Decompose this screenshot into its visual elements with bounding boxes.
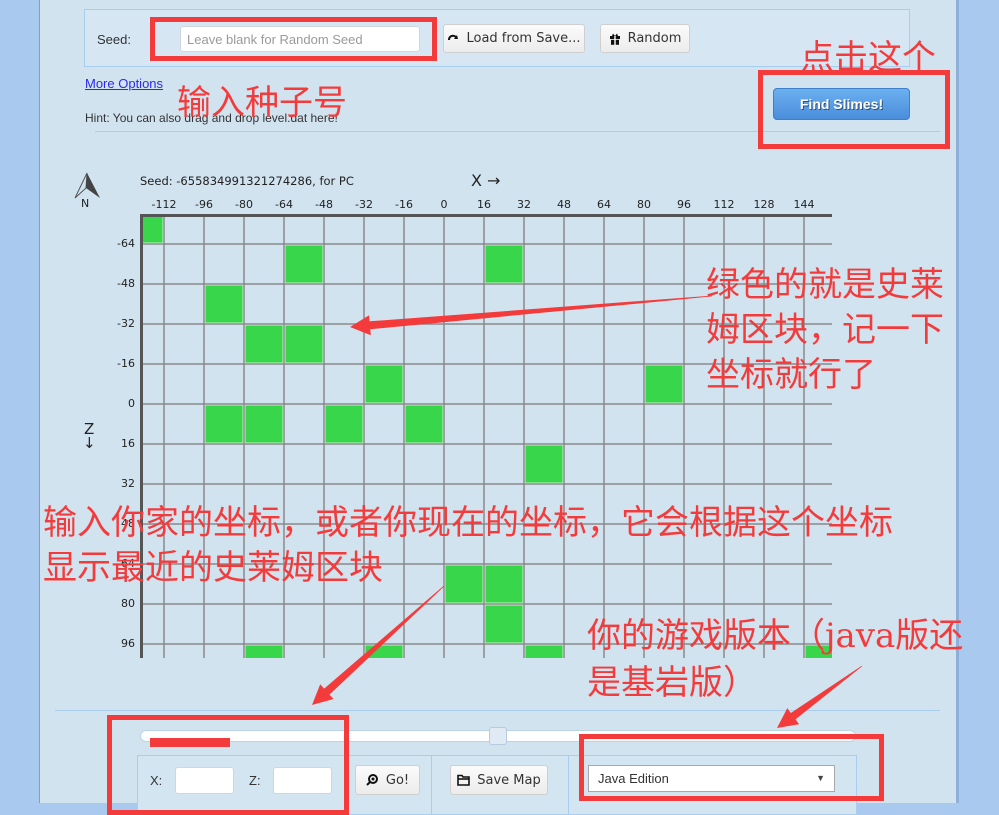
- save-map-button[interactable]: Save Map: [450, 765, 548, 795]
- save-map-label: Save Map: [477, 772, 541, 788]
- folder-icon: [457, 774, 471, 786]
- slime-chunk[interactable]: [804, 644, 832, 658]
- slime-chunk[interactable]: [644, 364, 684, 404]
- z-tick-label: 64: [121, 557, 135, 570]
- slime-chunk-map[interactable]: [140, 214, 832, 658]
- z-tick-label: 0: [128, 397, 135, 410]
- x-tick-label: 144: [793, 198, 815, 211]
- slime-chunk[interactable]: [524, 644, 564, 658]
- compass-north-icon: [73, 172, 103, 199]
- seed-label: Seed:: [97, 32, 131, 47]
- slime-chunk[interactable]: [140, 214, 164, 244]
- map-bottom-divider: [55, 710, 940, 711]
- find-slimes-button[interactable]: Find Slimes!: [773, 88, 910, 120]
- z-tick-label: -32: [117, 317, 135, 330]
- z-tick-label: -64: [117, 237, 135, 250]
- slime-chunk[interactable]: [484, 604, 524, 644]
- slime-chunk[interactable]: [244, 404, 284, 444]
- slime-chunk[interactable]: [484, 244, 524, 284]
- slime-chunk[interactable]: [364, 364, 404, 404]
- x-tick-label: -64: [275, 198, 293, 211]
- hint-text: Hint: You can also drag and drop level.d…: [85, 111, 338, 125]
- map-seed-info: Seed: -655834991321274286, for PC: [140, 174, 354, 188]
- z-tick-label: -16: [117, 357, 135, 370]
- section-divider: [95, 131, 940, 132]
- x-tick-label: -16: [395, 198, 413, 211]
- slime-chunk[interactable]: [524, 444, 564, 484]
- controls-divider: [568, 755, 569, 815]
- z-axis-arrow-icon: ↓: [83, 434, 96, 452]
- slime-chunk[interactable]: [204, 284, 244, 324]
- x-tick-label: 64: [597, 198, 611, 211]
- x-tick-label: -32: [355, 198, 373, 211]
- zoom-slider-handle[interactable]: [489, 727, 507, 745]
- compass-label: N: [81, 197, 90, 210]
- x-coord-label: X:: [150, 773, 163, 788]
- slime-chunk[interactable]: [444, 564, 484, 604]
- x-tick-label: -48: [315, 198, 333, 211]
- random-label: Random: [627, 31, 682, 46]
- slime-chunk[interactable]: [204, 404, 244, 444]
- slime-chunk[interactable]: [284, 244, 324, 284]
- controls-divider: [431, 755, 432, 815]
- load-from-save-button[interactable]: Load from Save...: [443, 24, 585, 53]
- random-seed-button[interactable]: Random: [600, 24, 690, 53]
- slime-chunk[interactable]: [324, 404, 364, 444]
- z-tick-label: 96: [121, 637, 135, 650]
- x-tick-label: -80: [235, 198, 253, 211]
- load-from-save-label: Load from Save...: [466, 31, 581, 46]
- seed-input[interactable]: [180, 26, 420, 52]
- edition-selected-value: Java Edition: [598, 771, 669, 786]
- slime-chunk[interactable]: [364, 644, 404, 658]
- find-slimes-label: Find Slimes!: [799, 96, 884, 112]
- z-tick-label: 16: [121, 437, 135, 450]
- slime-chunk[interactable]: [284, 324, 324, 364]
- x-coord-input[interactable]: [175, 767, 234, 794]
- go-button[interactable]: Go!: [355, 765, 420, 795]
- edition-select[interactable]: Java Edition ▼: [588, 765, 835, 792]
- slime-chunk[interactable]: [244, 644, 284, 658]
- x-tick-label: -112: [151, 198, 177, 211]
- more-options-link[interactable]: More Options: [85, 76, 163, 91]
- x-tick-label: 48: [557, 198, 571, 211]
- z-coord-label: Z:: [249, 773, 261, 788]
- x-tick-label: 112: [713, 198, 735, 211]
- slime-chunk[interactable]: [484, 564, 524, 604]
- z-tick-label: 32: [121, 477, 135, 490]
- redo-arrow-icon: [447, 33, 459, 45]
- x-tick-label: 96: [677, 198, 691, 211]
- slime-chunk[interactable]: [404, 404, 444, 444]
- x-tick-label: 80: [637, 198, 651, 211]
- slime-chunk[interactable]: [244, 324, 284, 364]
- x-tick-label: 32: [517, 198, 531, 211]
- z-tick-label: -48: [117, 277, 135, 290]
- x-axis-label: X →: [471, 171, 501, 190]
- go-label: Go!: [385, 772, 410, 788]
- x-tick-label: -96: [195, 198, 213, 211]
- x-tick-label: 16: [477, 198, 491, 211]
- z-coord-input[interactable]: [273, 767, 332, 794]
- locate-icon: [366, 774, 379, 786]
- gift-icon: [609, 33, 621, 45]
- z-tick-label: 80: [121, 597, 135, 610]
- x-tick-label: 0: [440, 198, 448, 211]
- z-tick-label: 48: [121, 517, 135, 530]
- dropdown-arrow-icon: ▼: [816, 773, 825, 783]
- x-tick-label: 128: [753, 198, 775, 211]
